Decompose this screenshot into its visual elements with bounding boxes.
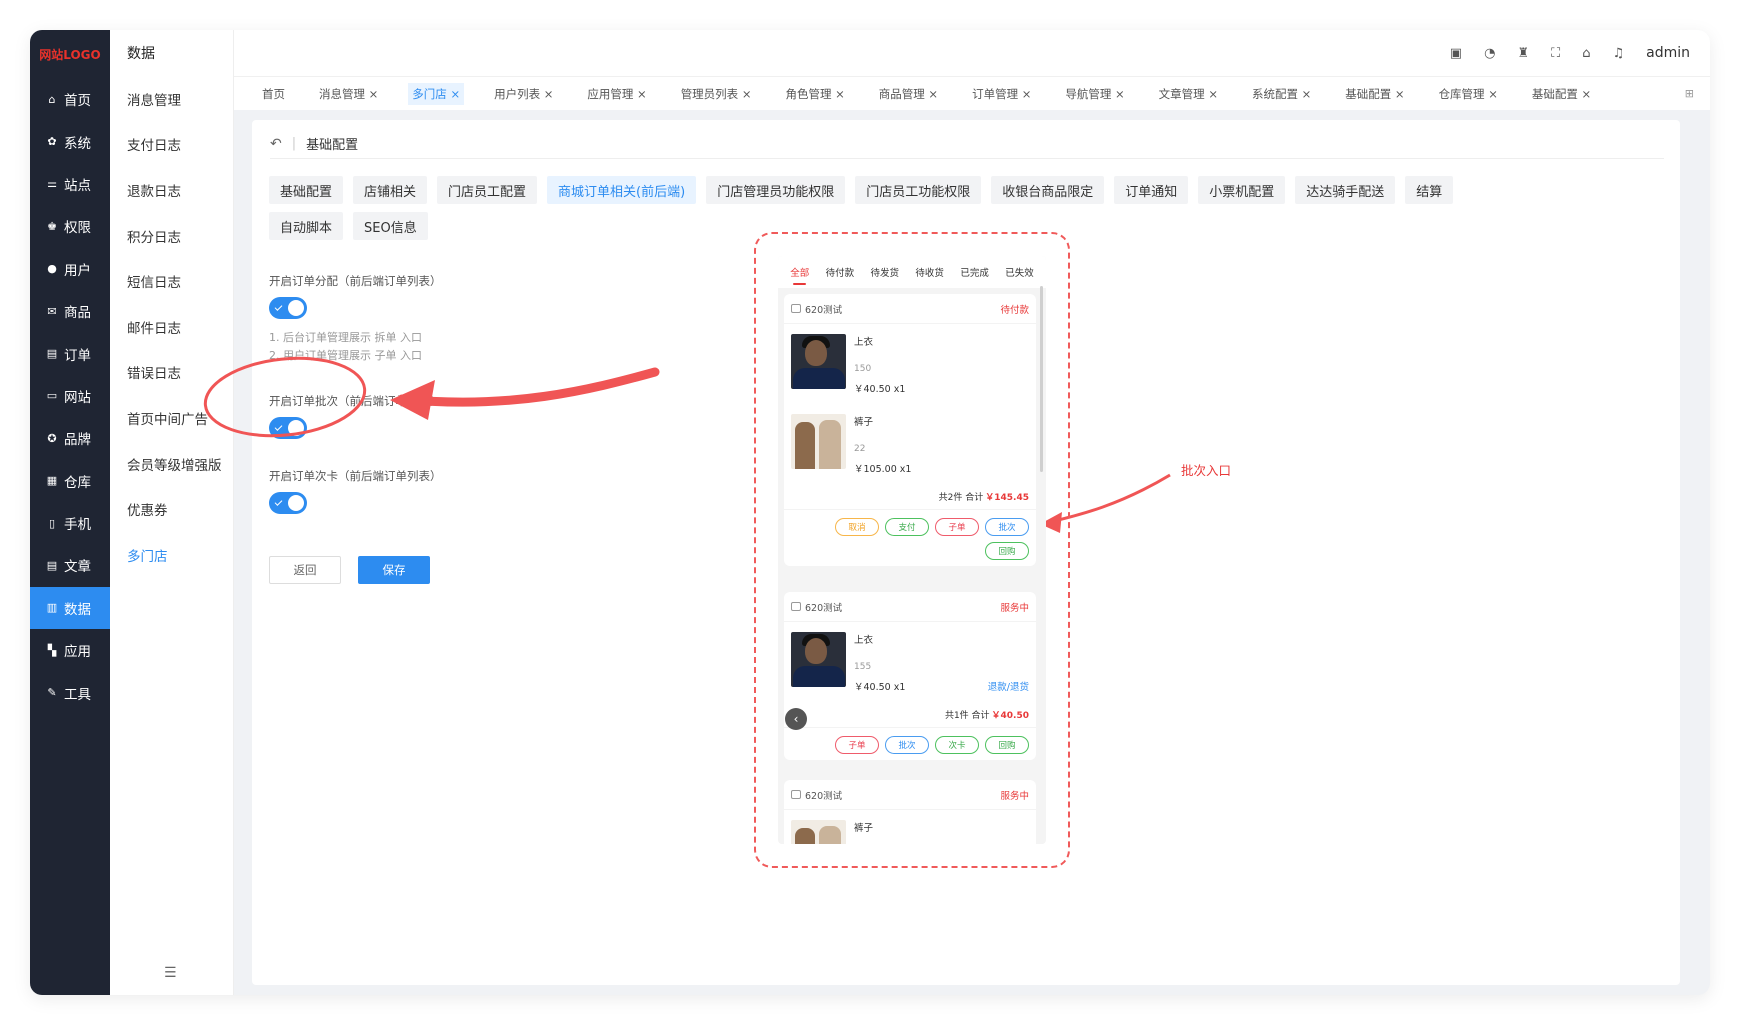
shop-name: 620测试 [805,602,843,614]
order-total: 共2件 合计 ￥145.45 [784,484,1036,510]
order-status-tab[interactable]: 待发货 [871,265,900,279]
product-image [791,820,846,844]
order-card[interactable]: 620测试 待付款 上衣 150 ￥40.50 x1 裤子 22 ￥105.00… [784,294,1036,566]
order-item[interactable]: 上衣 150 ￥40.50 x1 [784,324,1036,404]
product-image [791,334,846,389]
product-name: 裤子 [854,823,874,834]
order-action-button[interactable]: 取消 [835,518,879,536]
order-action-button[interactable]: 子单 [935,518,979,536]
highlight-ellipse [203,356,367,438]
order-action-button[interactable]: 回购 [985,542,1029,560]
shop-name: 620测试 [805,790,843,802]
order-item[interactable]: 裤子 22 ￥105.00 x1 [784,404,1036,484]
order-status-tab[interactable]: 已完成 [960,265,989,279]
shop-icon [791,304,801,313]
order-status-tab[interactable]: 全部 [790,265,809,285]
order-total: 共1件 合计 ￥40.50 [784,702,1036,728]
app-window: 网站LOGO ⌂ 首页 ✿ 系统 ⚌ 站点 ♚ 权限 ● 用户 ✉ 商品 ▤ 订单 ▭ 网站 ✪ 品牌 ▦ 仓库 ▯ 手机… [30,30,1710,995]
phone-preview: 全部 待付款 待发货 待收货 已完成 已失效 620测试 待付款 上衣 150 ￥40.5… [778,256,1046,844]
product-name: 上衣 [854,337,874,348]
order-action-button[interactable]: 回购 [985,736,1029,754]
product-name: 上衣 [854,635,874,646]
shop-icon [791,602,801,611]
annotation-arrow-head [390,380,435,420]
order-item[interactable]: 上衣 155 ￥40.50 x1 退款/退货 [784,622,1036,702]
product-image [791,414,846,469]
order-status: 服务中 [1000,602,1029,614]
product-name: 裤子 [854,417,874,428]
shop-icon [791,790,801,799]
order-actions: 取消 支付 子单 批次回购 [784,510,1036,566]
order-card[interactable]: 620测试 服务中 上衣 155 ￥40.50 x1 退款/退货 共1件 合计 … [784,592,1036,760]
order-status-tab[interactable]: 已失效 [1005,265,1034,279]
product-price: ￥105.00 x1 [854,464,912,475]
order-action-button[interactable]: 子单 [835,736,879,754]
order-status: 服务中 [1000,790,1029,802]
product-spec: 22 [854,444,866,454]
order-header: 620测试 待付款 [784,294,1036,324]
order-total-amount: ￥40.50 [991,711,1029,721]
phone-scrollbar[interactable] [1040,286,1043,472]
order-header: 620测试 服务中 [784,592,1036,622]
product-price: ￥40.50 x1 [854,384,906,395]
order-total-label: 共1件 合计 [944,711,990,721]
batch-entry-label: 批次入口 [1181,463,1232,478]
order-status-tabs: 全部 待付款 待发货 待收货 已完成 已失效 [778,256,1046,288]
order-action-button[interactable]: 批次 [885,736,929,754]
phone-back-icon[interactable]: ‹ [785,708,807,730]
order-total-label: 共2件 合计 [938,493,984,503]
product-spec: 150 [854,364,872,374]
refund-link[interactable]: 退款/退货 [988,679,1029,693]
order-header: 620测试 服务中 [784,780,1036,810]
order-actions: 子单 批次 次卡 回购 [784,728,1036,760]
order-card[interactable]: 620测试 服务中 裤子 [784,780,1036,844]
product-price: ￥40.50 x1 [854,682,906,693]
order-status-tab[interactable]: 待付款 [826,265,855,279]
order-status: 待付款 [1000,304,1029,316]
order-action-button[interactable]: 支付 [885,518,929,536]
order-total-amount: ￥145.45 [985,493,1029,503]
order-status-tab[interactable]: 待收货 [915,265,944,279]
order-item[interactable]: 裤子 [784,810,1036,844]
annotation-arrow-shaft [397,367,660,407]
product-spec: 155 [854,662,872,672]
order-action-button[interactable]: 次卡 [935,736,979,754]
shop-name: 620测试 [805,304,843,316]
order-action-button[interactable]: 批次 [985,518,1029,536]
product-image [791,632,846,687]
